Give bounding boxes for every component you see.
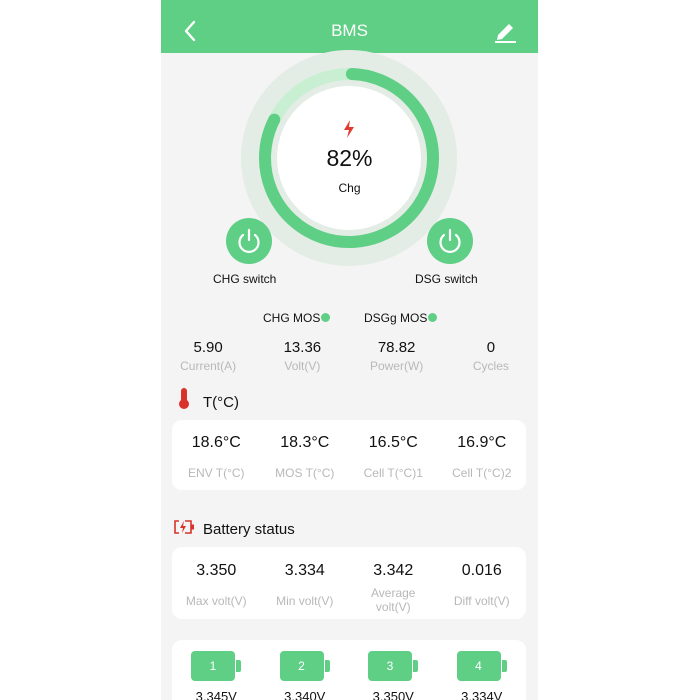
cell-voltage: 3.345V: [195, 689, 237, 700]
battery-cell-icon: 3: [368, 651, 418, 681]
temp-cell-2: 16.9°C Cell T(°C)2: [452, 434, 512, 480]
diff-volt: 0.016 Diff volt(V): [453, 562, 510, 608]
cell-item-4[interactable]: 4 3.334V: [438, 640, 527, 700]
battery-cell-icon: 2: [279, 651, 330, 681]
power-icon: [238, 228, 260, 253]
cell-voltage: 3.334V: [461, 689, 503, 700]
stat-power: 78.82 Power(W): [369, 339, 424, 373]
stat-voltage: 13.36 Volt(V): [283, 339, 322, 373]
battery-status-section-title: Battery status: [203, 521, 295, 538]
dsg-mos-status: DSGg MOS: [364, 311, 438, 325]
cell-item-2[interactable]: 2 3.340V: [261, 640, 350, 700]
dsg-switch-button[interactable]: [427, 218, 473, 264]
dsg-mos-label: DSGg MOS: [364, 311, 428, 325]
stat-cycles: 0 Cycles: [472, 339, 509, 373]
temp-cell-1: 16.5°C Cell T(°C)1: [363, 434, 423, 480]
chg-mos-status: CHG MOS: [263, 311, 331, 325]
charge-state: Chg: [338, 181, 361, 195]
average-volt: 3.342 Average volt(V): [371, 562, 416, 614]
app-screen: BMS 82% Chg CHG switch DSG switch CHG MO…: [161, 0, 538, 700]
page-title: BMS: [331, 21, 368, 40]
battery-cell-icon: 1: [191, 651, 241, 681]
dsg-switch-label: DSG switch: [415, 272, 478, 286]
power-icon: [439, 228, 461, 253]
battery-charging-icon: [174, 520, 194, 534]
cell-voltage: 3.350V: [372, 689, 414, 700]
summary-stats: 5.90 Current(A) 13.36 Volt(V) 78.82 Power(W…: [161, 338, 538, 373]
pencil-icon[interactable]: [492, 16, 518, 44]
cell-item-1[interactable]: 1 3.345V: [172, 640, 261, 700]
max-volt: 3.350 Max volt(V): [185, 562, 247, 608]
status-dot: [428, 313, 438, 322]
temperature-section-title: T(°C): [203, 394, 239, 411]
top-bar: BMS: [161, 0, 538, 53]
cell-item-3[interactable]: 3 3.350V: [349, 640, 438, 700]
status-dot: [321, 313, 331, 322]
temp-env: 18.6°C ENV T(°C): [187, 434, 245, 480]
temp-mos: 18.3°C MOS T(°C): [275, 434, 335, 480]
thermometer-icon: [179, 388, 189, 409]
min-volt: 3.334 Min volt(V): [276, 562, 334, 608]
battery-cell-icon: 4: [456, 651, 507, 681]
cell-voltage: 3.340V: [284, 689, 326, 700]
stat-current: 5.90 Current(A): [180, 339, 237, 373]
chg-switch-button[interactable]: [226, 218, 272, 264]
battery-status-card: 3.350 Max volt(V) 3.334 Min volt(V) 3.342 A…: [172, 547, 526, 619]
soc-percent: 82%: [326, 145, 373, 171]
chg-switch-label: CHG switch: [213, 272, 277, 286]
chg-mos-label: CHG MOS: [263, 311, 321, 325]
cell-voltage-card: 1 3.345V 2 3.340V 3 3.350V 4 3.334V: [172, 640, 526, 700]
temperature-card: 18.6°C ENV T(°C) 18.3°C MOS T(°C) 16.5°C Ce…: [172, 420, 526, 490]
lightning-bolt-icon: [344, 120, 354, 138]
